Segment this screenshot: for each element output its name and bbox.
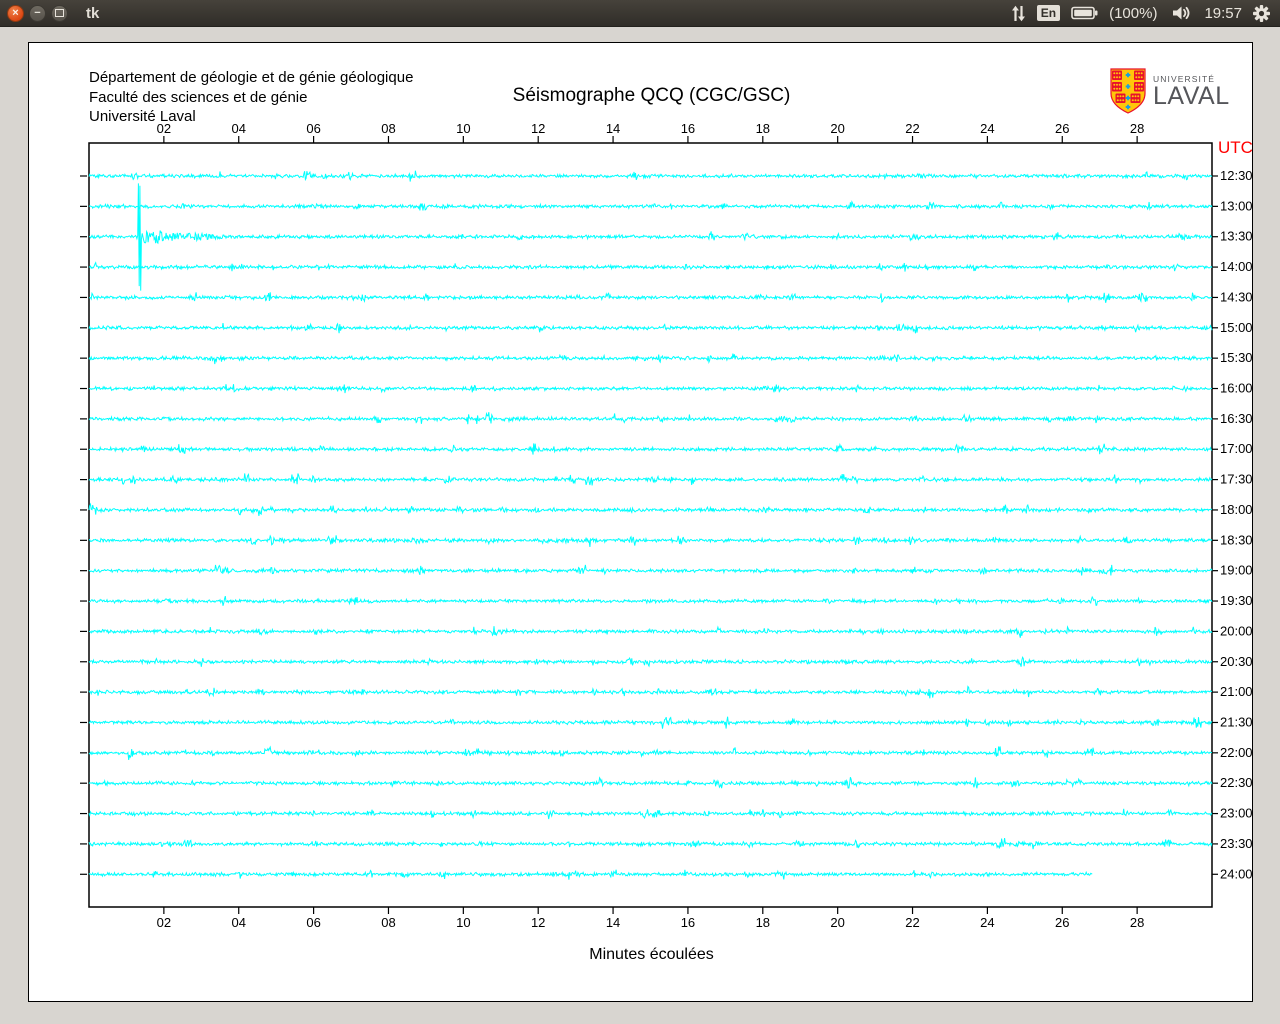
x-tick-label-top: 10 [456, 121, 470, 136]
row-utc-label: 15:00 [1220, 320, 1252, 335]
seismogram-trace-22:00 [88, 745, 1212, 760]
system-tray: En (100%) 19:57 [1011, 4, 1280, 22]
row-utc-label: 13:00 [1220, 198, 1252, 213]
utc-axis-label: UTC [1218, 138, 1252, 157]
row-utc-label: 14:30 [1220, 289, 1252, 304]
row-utc-label: 22:00 [1220, 745, 1252, 760]
row-utc-label: 19:30 [1220, 593, 1252, 608]
x-tick-label-top: 26 [1055, 121, 1069, 136]
row-utc-label: 20:30 [1220, 654, 1252, 669]
volume-icon[interactable] [1172, 5, 1191, 21]
seismogram-trace-23:30 [88, 838, 1213, 850]
seismogram-trace-23:00 [88, 808, 1213, 820]
seismogram-trace-18:00 [88, 502, 1213, 516]
row-utc-label: 20:00 [1220, 623, 1252, 638]
plot-border [88, 142, 1213, 908]
row-utc-label: 15:30 [1220, 350, 1252, 365]
row-utc-label: 24:00 [1220, 866, 1252, 881]
top-panel: × − tk En (100%) 19:57 [0, 0, 1280, 27]
seismogram-trace-16:30 [88, 411, 1213, 425]
x-tick-label-bottom: 26 [1055, 915, 1069, 930]
row-utc-label: 13:30 [1220, 229, 1252, 244]
x-tick-label-bottom: 22 [905, 915, 919, 930]
x-tick-label-bottom: 12 [531, 915, 545, 930]
x-tick-label-bottom: 10 [456, 915, 470, 930]
x-tick-label-bottom: 02 [157, 915, 171, 930]
row-utc-label: 12:30 [1220, 168, 1252, 183]
row-utc-label: 23:00 [1220, 806, 1252, 821]
seismogram-trace-15:30 [88, 353, 1212, 365]
x-tick-label-bottom: 28 [1130, 915, 1144, 930]
seismogram-trace-17:00 [88, 442, 1213, 455]
seismogram-trace-12:30 [88, 170, 1213, 182]
x-tick-label-top: 08 [381, 121, 395, 136]
seismogram-trace-22:30 [88, 776, 1213, 789]
row-utc-label: 21:00 [1220, 684, 1252, 699]
window-maximize-button[interactable] [51, 4, 68, 22]
seismogram-trace-21:00 [88, 685, 1213, 699]
row-utc-label: 16:00 [1220, 381, 1252, 396]
row-utc-label: 22:30 [1220, 775, 1252, 790]
seismogram-trace-24:00 [88, 869, 1093, 880]
x-tick-label-bottom: 18 [756, 915, 770, 930]
helicorder-plot: 02 02 04 04 06 06 08 08 10 10 12 12 14 14 16 16 18 18 20 20… [80, 121, 1252, 930]
row-utc-label: 23:30 [1220, 836, 1252, 851]
x-tick-label-top: 14 [606, 121, 620, 136]
seismogram-trace-21:30 [88, 716, 1213, 729]
window-minimize-button[interactable]: − [29, 4, 46, 22]
x-tick-label-top: 18 [756, 121, 770, 136]
x-axis-title: Minutes écoulées [589, 946, 714, 963]
x-tick-label-bottom: 04 [231, 915, 245, 930]
network-updown-arrows-icon[interactable] [1011, 5, 1026, 22]
seismogram-trace-18:30 [88, 534, 1213, 547]
row-utc-label: 16:30 [1220, 411, 1252, 426]
seismogram-trace-14:30 [88, 291, 1213, 303]
row-utc-label: 18:00 [1220, 502, 1252, 517]
x-tick-label-top: 16 [681, 121, 695, 136]
seismogram-trace-17:30 [88, 472, 1213, 486]
x-tick-label-bottom: 16 [681, 915, 695, 930]
maximize-icon [55, 9, 64, 17]
session-gear-icon[interactable] [1253, 4, 1270, 22]
seismogram-trace-13:30 [88, 183, 1213, 291]
x-tick-label-top: 28 [1130, 121, 1144, 136]
x-tick-label-top: 04 [231, 121, 245, 136]
clock[interactable]: 19:57 [1204, 5, 1242, 22]
x-tick-label-top: 20 [830, 121, 844, 136]
x-tick-label-top: 22 [905, 121, 919, 136]
x-tick-label-top: 02 [157, 121, 171, 136]
x-tick-label-bottom: 20 [830, 915, 844, 930]
row-utc-label: 17:30 [1220, 472, 1252, 487]
seismogram-trace-13:00 [88, 200, 1213, 211]
seismogram-trace-20:00 [88, 625, 1213, 638]
seismograph-app-window: Département de géologie et de génie géol… [28, 42, 1253, 1002]
battery-percentage: (100%) [1109, 4, 1158, 22]
window-title: tk [86, 4, 100, 22]
x-tick-label-bottom: 24 [980, 915, 994, 930]
x-tick-label-bottom: 08 [381, 915, 395, 930]
seismogram-trace-19:00 [88, 564, 1213, 576]
window-buttons: × − [0, 4, 68, 22]
keyboard-layout-indicator[interactable]: En [1036, 5, 1061, 21]
seismogram-trace-14:00 [88, 261, 1213, 272]
x-tick-label-top: 12 [531, 121, 545, 136]
x-tick-label-bottom: 06 [306, 915, 320, 930]
seismogram-trace-16:00 [88, 383, 1213, 394]
row-utc-label: 21:30 [1220, 714, 1252, 729]
row-utc-label: 14:00 [1220, 259, 1252, 274]
x-tick-label-top: 06 [306, 121, 320, 136]
x-tick-label-bottom: 14 [606, 915, 620, 930]
seismogram-trace-19:30 [88, 595, 1213, 606]
seismogram-trace-20:30 [88, 656, 1213, 668]
battery-icon[interactable] [1071, 6, 1098, 20]
window-close-button[interactable]: × [7, 4, 24, 22]
x-tick-label-top: 24 [980, 121, 994, 136]
row-utc-label: 19:00 [1220, 563, 1252, 578]
row-utc-label: 18:30 [1220, 532, 1252, 547]
seismogram-trace-15:00 [88, 322, 1213, 334]
row-utc-label: 17:00 [1220, 441, 1252, 456]
